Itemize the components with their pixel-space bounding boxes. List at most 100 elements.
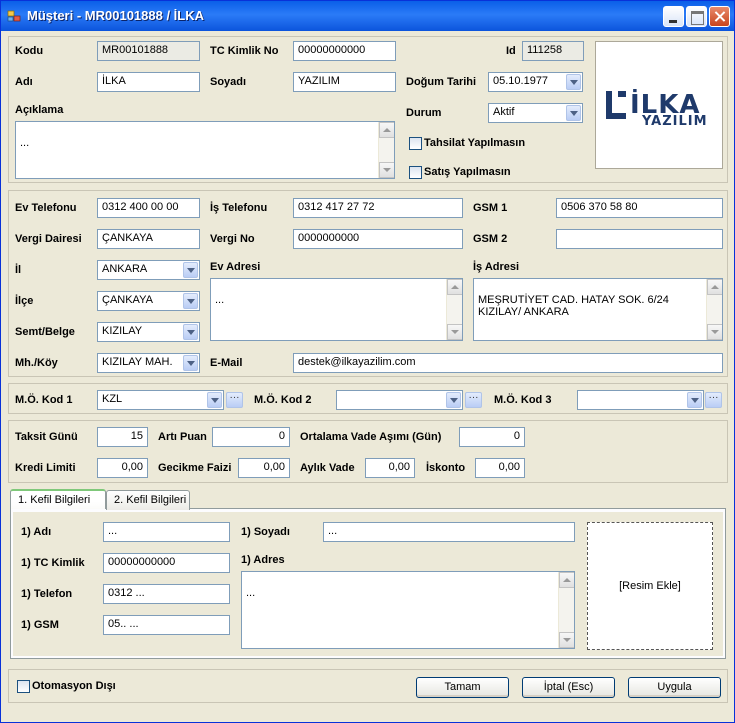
chevron-down-icon[interactable] <box>183 324 198 340</box>
minimize-button[interactable] <box>663 6 684 27</box>
scroll-up-icon[interactable] <box>707 279 722 295</box>
aylik-vade-field[interactable]: 0,00 <box>365 458 415 478</box>
close-button[interactable] <box>709 6 730 27</box>
il-value: ANKARA <box>102 263 148 275</box>
kefil-photo-box[interactable]: [Resim Ekle] <box>587 522 713 650</box>
chevron-down-icon[interactable] <box>183 293 198 309</box>
scroll-up-icon[interactable] <box>559 572 574 588</box>
uygula-button[interactable]: Uygula <box>628 677 721 698</box>
kefil-tc-field[interactable]: 00000000000 <box>103 553 230 573</box>
kredi-limiti-label: Kredi Limiti <box>15 462 76 474</box>
mo-kod3-select[interactable] <box>577 390 704 410</box>
mo-kod2-browse-button[interactable]: ··· <box>465 392 482 408</box>
arti-puan-field[interactable]: 0 <box>212 427 290 447</box>
kefil-adres-textarea[interactable]: ... <box>241 571 575 649</box>
mo-kod2-label: M.Ö. Kod 2 <box>254 394 312 406</box>
tc-kimlik-label: TC Kimlik No <box>210 45 279 57</box>
scroll-down-icon[interactable] <box>447 324 462 340</box>
mo-kod1-browse-button[interactable]: ··· <box>226 392 243 408</box>
il-select[interactable]: ANKARA <box>97 260 200 280</box>
adi-field[interactable]: İLKA <box>97 72 200 92</box>
gecikme-faizi-label: Gecikme Faizi <box>158 462 232 474</box>
satis-checkbox[interactable] <box>409 166 422 179</box>
durum-select[interactable]: Aktif <box>488 103 583 123</box>
taksit-gunu-field[interactable]: 15 <box>97 427 148 447</box>
kefil-adi-field[interactable]: ... <box>103 522 230 542</box>
tamam-button[interactable]: Tamam <box>416 677 509 698</box>
scroll-down-icon[interactable] <box>559 632 574 648</box>
kefil-gsm-field[interactable]: 05.. ... <box>103 615 230 635</box>
mo-kod1-value: KZL <box>102 393 123 405</box>
dogum-tarihi-picker[interactable]: 05.10.1977 <box>488 72 583 92</box>
chevron-down-icon[interactable] <box>566 74 581 90</box>
vergi-dairesi-field[interactable]: ÇANKAYA <box>97 229 200 249</box>
otomasyon-checkbox[interactable] <box>17 680 30 693</box>
scroll-up-icon[interactable] <box>379 122 394 138</box>
is-adresi-textarea[interactable]: MEŞRUTİYET CAD. HATAY SOK. 6/24 KIZILAY/… <box>473 278 723 341</box>
chevron-down-icon[interactable] <box>446 392 461 408</box>
kefil-adres-value: ... <box>246 587 256 599</box>
iptal-button[interactable]: İptal (Esc) <box>522 677 615 698</box>
kodu-field[interactable]: MR00101888 <box>97 41 200 61</box>
chevron-down-icon[interactable] <box>183 355 198 371</box>
kefil-adres-scrollbar[interactable] <box>558 572 574 648</box>
ortalama-vade-field[interactable]: 0 <box>459 427 525 447</box>
durum-label: Durum <box>406 107 442 119</box>
is-telefonu-field[interactable]: 0312 417 27 72 <box>293 198 463 218</box>
tahsilat-checkbox[interactable] <box>409 137 422 150</box>
iskonto-field[interactable]: 0,00 <box>475 458 525 478</box>
ev-adresi-textarea[interactable]: ... <box>210 278 463 341</box>
email-label: E-Mail <box>210 357 243 369</box>
title-bar[interactable]: Müşteri - MR00101888 / İLKA <box>1 1 734 31</box>
company-logo: İLKA YAZILIM <box>595 41 723 169</box>
ev-telefonu-field[interactable]: 0312 400 00 00 <box>97 198 200 218</box>
soyadi-field[interactable]: YAZILIM <box>293 72 396 92</box>
kefil-tc-label: 1) TC Kimlik <box>21 557 85 569</box>
is-adresi-label: İş Adresi <box>473 261 520 273</box>
kefil-telefon-field[interactable]: 0312 ... <box>103 584 230 604</box>
vergi-no-label: Vergi No <box>210 233 255 245</box>
ev-adresi-scrollbar[interactable] <box>446 279 462 340</box>
chevron-down-icon[interactable] <box>183 262 198 278</box>
mo-kod3-label: M.Ö. Kod 3 <box>494 394 552 406</box>
gsm2-label: GSM 2 <box>473 233 508 245</box>
aciklama-scrollbar[interactable] <box>378 122 394 178</box>
chevron-down-icon[interactable] <box>687 392 702 408</box>
mo-kod2-select[interactable] <box>336 390 463 410</box>
adi-label: Adı <box>15 76 33 88</box>
id-field[interactable]: 111258 <box>522 41 584 61</box>
tc-kimlik-field[interactable]: 00000000000 <box>293 41 396 61</box>
maximize-button[interactable] <box>686 6 707 27</box>
email-field[interactable]: destek@ilkayazilim.com <box>293 353 723 373</box>
scroll-down-icon[interactable] <box>707 324 722 340</box>
iskonto-label: İskonto <box>426 462 466 474</box>
scroll-up-icon[interactable] <box>447 279 462 295</box>
semt-select[interactable]: KIZILAY <box>97 322 200 342</box>
chevron-down-icon[interactable] <box>207 392 222 408</box>
mo-kod3-browse-button[interactable]: ··· <box>705 392 722 408</box>
ev-telefonu-label: Ev Telefonu <box>15 202 77 214</box>
mo-kod1-select[interactable]: KZL <box>97 390 224 410</box>
satis-label: Satış Yapılmasın <box>424 166 511 178</box>
footer-group <box>8 669 728 703</box>
mahalle-label: Mh./Köy <box>15 357 58 369</box>
kefil-soyadi-field[interactable]: ... <box>323 522 575 542</box>
kredi-limiti-field[interactable]: 0,00 <box>97 458 148 478</box>
aylik-vade-label: Aylık Vade <box>300 462 355 474</box>
aciklama-textarea[interactable]: ... <box>15 121 395 179</box>
is-adresi-scrollbar[interactable] <box>706 279 722 340</box>
tab-kefil-2[interactable]: 2. Kefil Bilgileri <box>106 490 190 510</box>
ilce-select[interactable]: ÇANKAYA <box>97 291 200 311</box>
tab-kefil-1[interactable]: 1. Kefil Bilgileri <box>10 489 106 509</box>
kefil-gsm-label: 1) GSM <box>21 619 59 631</box>
chevron-down-icon[interactable] <box>566 105 581 121</box>
logo-mark-icon <box>606 91 626 119</box>
gecikme-faizi-field[interactable]: 0,00 <box>238 458 290 478</box>
gsm2-field[interactable] <box>556 229 723 249</box>
gsm1-field[interactable]: 0506 370 58 80 <box>556 198 723 218</box>
scroll-down-icon[interactable] <box>379 162 394 178</box>
ortalama-vade-label: Ortalama Vade Aşımı (Gün) <box>300 431 442 443</box>
mahalle-select[interactable]: KIZILAY MAH. <box>97 353 200 373</box>
semt-value: KIZILAY <box>102 325 143 337</box>
vergi-no-field[interactable]: 0000000000 <box>293 229 463 249</box>
